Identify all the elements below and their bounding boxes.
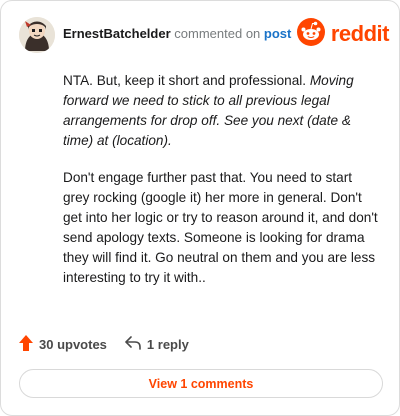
post-link[interactable]: post: [264, 26, 291, 41]
comment-paragraph-1: NTA. But, keep it short and professional…: [63, 71, 381, 151]
reply-arrow-icon: [125, 335, 141, 353]
avatar-image: [19, 17, 55, 53]
upvote-arrow-icon: [19, 334, 33, 354]
user-avatar[interactable]: [19, 17, 55, 53]
paragraph-1-plain-text: NTA. But, keep it short and professional…: [63, 73, 310, 88]
upvote-button[interactable]: 30 upvotes: [19, 334, 107, 354]
upvotes-count: 30 upvotes: [39, 336, 107, 352]
comment-actions: 30 upvotes 1 reply: [19, 333, 189, 355]
reply-button[interactable]: 1 reply: [125, 335, 189, 353]
reddit-brand[interactable]: reddit: [296, 17, 390, 51]
replies-count: 1 reply: [146, 336, 189, 352]
reddit-snoo-icon: [296, 17, 325, 51]
comment-card: ErnestBatchelder commented on post reddi…: [0, 0, 400, 416]
reddit-wordmark: reddit: [330, 21, 390, 46]
view-comments-button[interactable]: View 1 comments: [19, 369, 383, 398]
comment-header: ErnestBatchelder commented on post reddi…: [19, 15, 390, 53]
author-username[interactable]: ErnestBatchelder: [63, 26, 171, 41]
comment-paragraph-2: Don't engage further past that. You need…: [63, 170, 378, 285]
comment-body: NTA. But, keep it short and professional…: [63, 71, 381, 305]
comment-byline: ErnestBatchelder commented on post: [63, 26, 291, 41]
byline-action-text: commented on: [174, 26, 261, 41]
